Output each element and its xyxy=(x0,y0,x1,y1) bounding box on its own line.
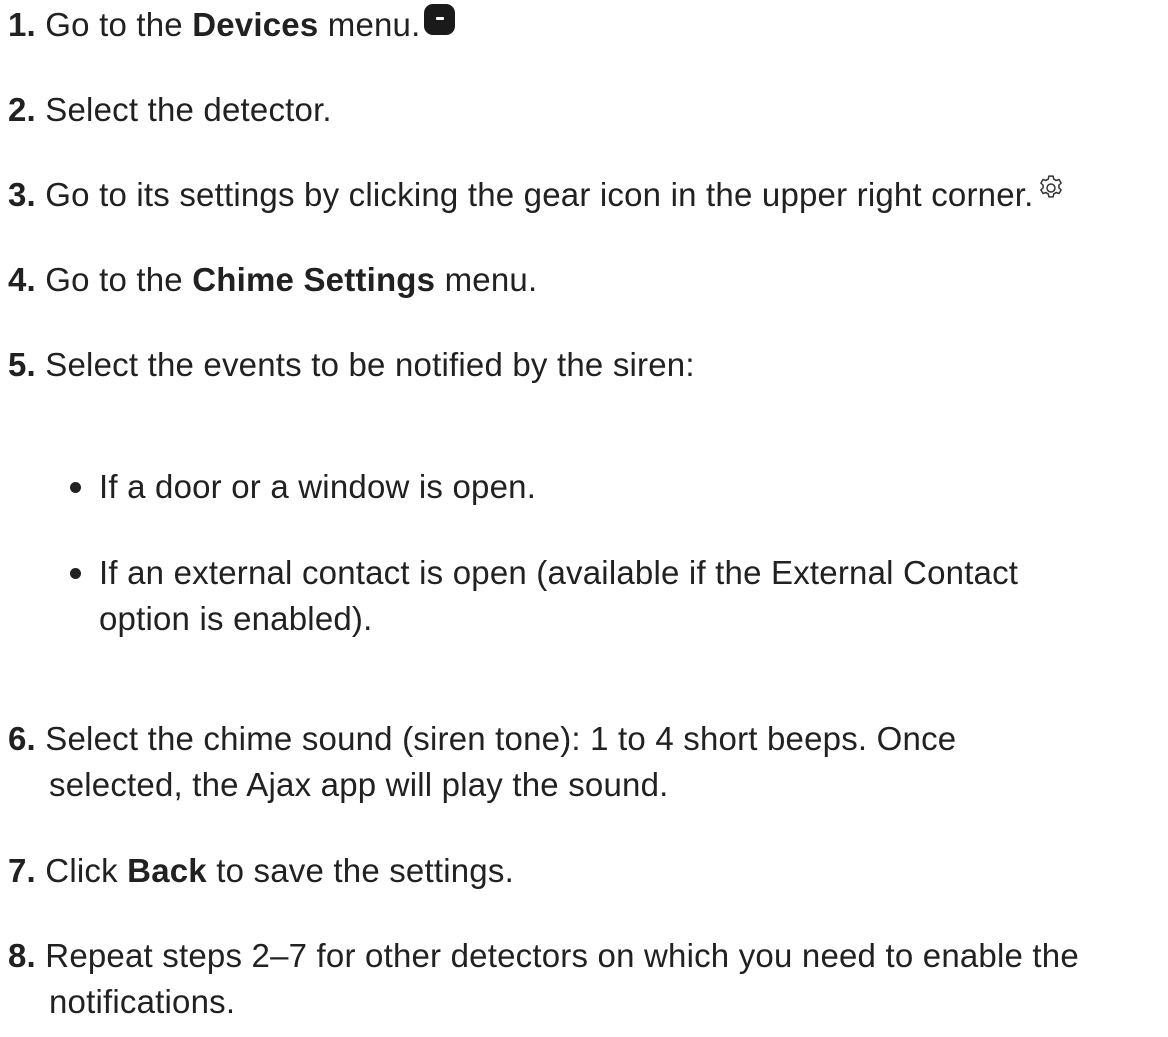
step-text: Go to the xyxy=(35,261,193,298)
step-number: 5. xyxy=(8,346,36,383)
step-number: 3. xyxy=(8,176,36,213)
step-4: 4. Go to the Chime Settings menu. xyxy=(8,257,1163,303)
step-number: 2. xyxy=(8,91,36,128)
step-number: 6. xyxy=(8,720,36,757)
step-2: 2. Select the detector. xyxy=(8,87,1163,133)
devices-menu-label: Devices xyxy=(192,6,319,43)
bullet-text: If an external contact is open (availabl… xyxy=(99,554,1019,591)
list-item: If an external contact is open (availabl… xyxy=(70,550,1149,642)
step-text: Select the chime sound (siren tone): 1 t… xyxy=(35,720,957,757)
step-text: Repeat steps 2–7 for other detectors on … xyxy=(35,937,1079,974)
step-text: Go to the xyxy=(35,6,193,43)
step-text: to save the settings. xyxy=(206,852,514,889)
step-5: 5. Select the events to be notified by t… xyxy=(8,342,1163,388)
bullet-text: If a door or a window is open. xyxy=(99,468,537,505)
step-8: 8. Repeat steps 2–7 for other detectors … xyxy=(8,933,1163,1025)
step-number: 4. xyxy=(8,261,36,298)
step-number: 7. xyxy=(8,852,36,889)
step-1: 1. Go to the Devices menu. xyxy=(8,2,1163,48)
step-7: 7. Click Back to save the settings. xyxy=(8,848,1163,894)
step-text: Select the events to be notified by the … xyxy=(35,346,695,383)
bullet-icon xyxy=(70,482,81,493)
step-text: notifications. xyxy=(49,983,236,1020)
step-3: 3. Go to its settings by clicking the ge… xyxy=(8,172,1163,218)
instructions-document: 1. Go to the Devices menu. 2. Select the… xyxy=(0,0,1168,1037)
gear-icon xyxy=(1036,173,1066,203)
bullet-icon xyxy=(70,568,81,579)
step-6: 6. Select the chime sound (siren tone): … xyxy=(8,716,1163,808)
bullet-text: option is enabled). xyxy=(99,600,373,637)
step-text: Go to its settings by clicking the gear … xyxy=(35,176,1034,213)
list-item: If a door or a window is open. xyxy=(70,464,1149,510)
step-text: Select the detector. xyxy=(35,91,332,128)
step-text: selected, the Ajax app will play the sou… xyxy=(49,766,669,803)
step-text: Click xyxy=(35,852,128,889)
step-number: 1. xyxy=(8,6,36,43)
chime-settings-label: Chime Settings xyxy=(192,261,436,298)
step-text: menu. xyxy=(435,261,538,298)
step-number: 8. xyxy=(8,937,36,974)
devices-icon xyxy=(424,3,456,35)
step-text: menu. xyxy=(318,6,421,43)
back-label: Back xyxy=(127,852,207,889)
